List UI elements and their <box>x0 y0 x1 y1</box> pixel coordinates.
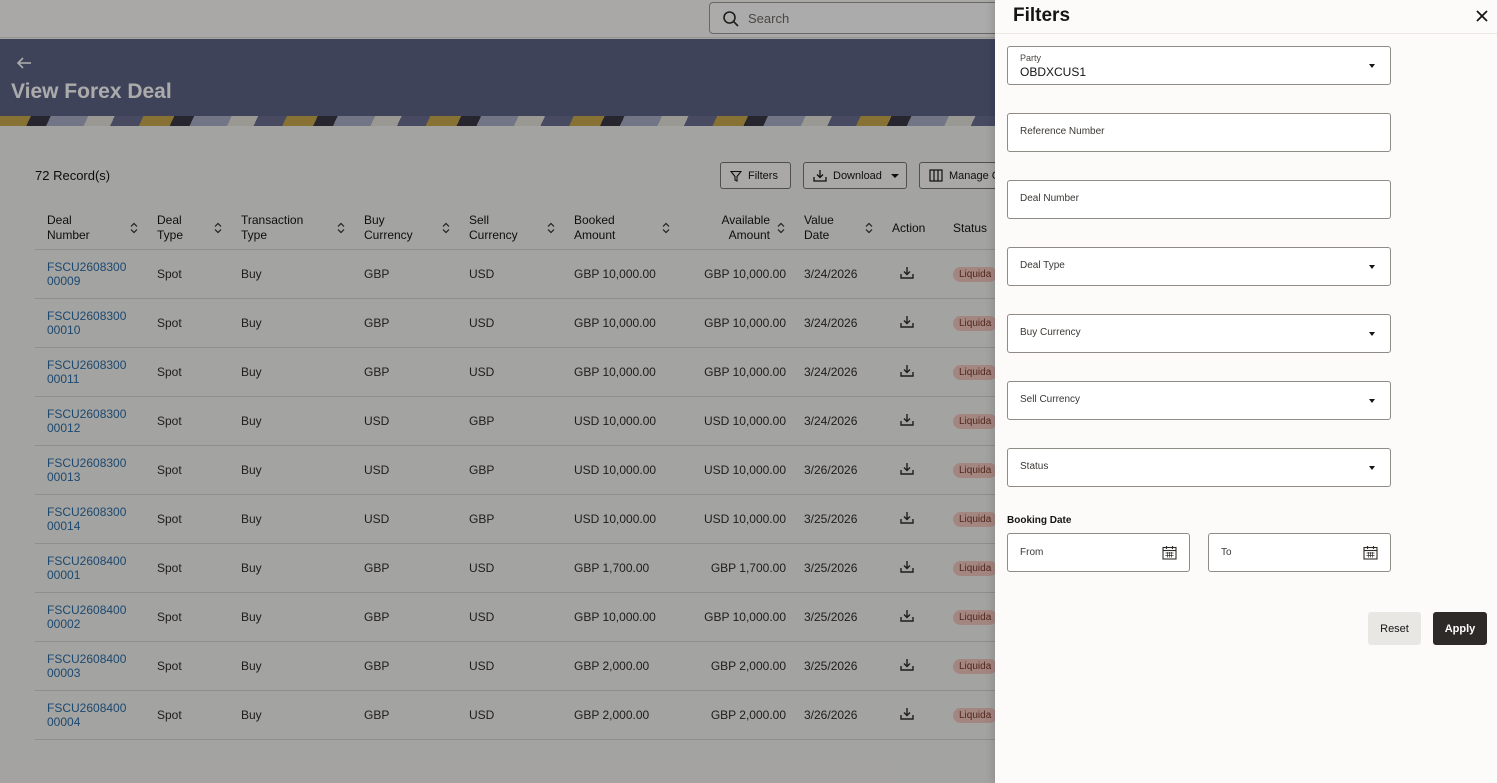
filters-drawer: Filters Party OBDXCUS1 Reference Number … <box>995 0 1497 783</box>
sell-currency-select[interactable]: Sell Currency <box>1007 381 1391 420</box>
buy-currency-label: Buy Currency <box>1020 327 1081 338</box>
chevron-down-icon <box>1369 64 1375 68</box>
party-label: Party <box>1020 53 1042 63</box>
deal-type-select[interactable]: Deal Type <box>1007 247 1391 286</box>
reset-button[interactable]: Reset <box>1368 612 1421 645</box>
booking-date-label: Booking Date <box>1007 515 1072 526</box>
buy-currency-select[interactable]: Buy Currency <box>1007 314 1391 353</box>
drawer-header: Filters <box>995 0 1497 34</box>
close-icon[interactable] <box>1475 9 1489 23</box>
status-label: Status <box>1020 461 1049 472</box>
chevron-down-icon <box>1369 332 1375 336</box>
party-select[interactable]: Party OBDXCUS1 <box>1007 46 1391 85</box>
deal-number-field[interactable]: Deal Number <box>1007 180 1391 219</box>
booking-date-to[interactable]: To <box>1208 533 1391 572</box>
reference-number-field[interactable]: Reference Number <box>1007 113 1391 152</box>
drawer-title: Filters <box>1013 5 1071 26</box>
date-to-label: To <box>1221 547 1232 558</box>
deal-number-label: Deal Number <box>1020 193 1079 204</box>
chevron-down-icon <box>1369 399 1375 403</box>
apply-button[interactable]: Apply <box>1433 612 1487 645</box>
deal-type-label: Deal Type <box>1020 260 1065 271</box>
modal-overlay[interactable] <box>0 0 995 783</box>
party-value: OBDXCUS1 <box>1020 65 1087 79</box>
reference-number-label: Reference Number <box>1020 126 1105 137</box>
calendar-icon[interactable] <box>1363 545 1378 560</box>
chevron-down-icon <box>1369 466 1375 470</box>
calendar-icon[interactable] <box>1162 545 1177 560</box>
sell-currency-label: Sell Currency <box>1020 394 1081 405</box>
date-from-label: From <box>1020 547 1044 558</box>
booking-date-from[interactable]: From <box>1007 533 1190 572</box>
status-select[interactable]: Status <box>1007 448 1391 487</box>
chevron-down-icon <box>1369 265 1375 269</box>
